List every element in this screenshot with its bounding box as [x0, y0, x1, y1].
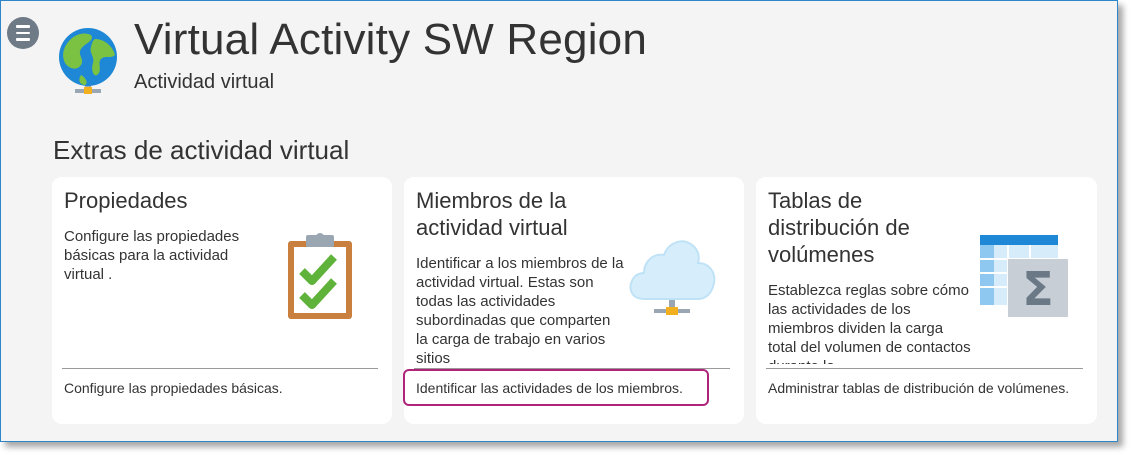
page-subtitle: Actividad virtual	[134, 71, 275, 93]
page-title: Virtual Activity SW Region	[134, 15, 648, 64]
card-volume-distribution: Tablas de distribución de volúmenes Esta…	[756, 177, 1097, 424]
globe-network-icon	[59, 28, 117, 94]
card-link-manage-tables[interactable]: Administrar tablas de distribución de vo…	[768, 380, 1069, 396]
clipboard-check-icon	[288, 233, 352, 319]
card-properties: Propiedades Configure las propiedades bá…	[52, 177, 392, 424]
card-divider	[62, 368, 378, 369]
cloud-network-icon	[629, 240, 716, 315]
app-window: Virtual Activity SW Region Actividad vir…	[0, 0, 1118, 442]
card-description: Configure las propiedades básicas para l…	[64, 228, 240, 283]
card-title: Miembros de la actividad virtual	[416, 188, 568, 240]
card-title: Propiedades	[64, 188, 188, 213]
card-divider	[766, 368, 1083, 369]
section-title: Extras de actividad virtual	[53, 135, 350, 165]
card-link-configure-properties[interactable]: Configure las propiedades básicas.	[64, 380, 283, 396]
card-title: Tablas de distribución de volúmenes	[768, 188, 910, 267]
highlight-box	[403, 369, 709, 406]
card-description: Establezca reglas sobre cómo las activid…	[768, 282, 971, 364]
table-sigma-icon: Σ	[980, 235, 1068, 317]
hamburger-menu-icon[interactable]	[7, 17, 39, 49]
svg-text:Σ: Σ	[1022, 262, 1053, 316]
card-description: Identificar a los miembros de la activid…	[416, 255, 624, 367]
